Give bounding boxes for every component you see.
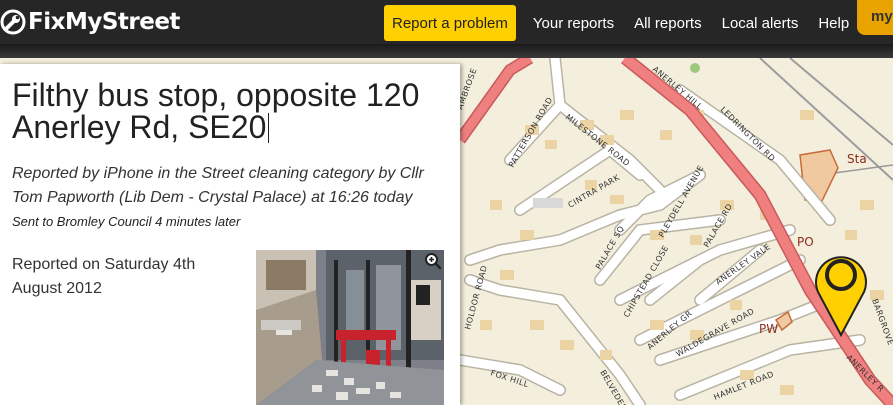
- main-nav: Report a problem Your reports All report…: [384, 5, 859, 41]
- logo-text: FixMyStreet: [28, 9, 180, 35]
- report-meta: Reported by iPhone in the Street cleanin…: [12, 165, 424, 206]
- site-header: FixMyStreet Report a problem Your report…: [0, 0, 893, 44]
- site-logo[interactable]: FixMyStreet: [0, 7, 180, 37]
- report-title: Filthy bus stop, opposite 120 Anerley Rd…: [12, 77, 420, 145]
- text-caret: [268, 113, 270, 143]
- nav-all-reports[interactable]: All reports: [624, 5, 712, 41]
- report-sent-status: Sent to Bromley Council 4 minutes later: [12, 214, 241, 229]
- map-poi-place-of-worship: PW: [759, 322, 778, 336]
- wrench-icon: [0, 9, 26, 35]
- header-shadow: [0, 44, 893, 58]
- my-account-tab[interactable]: my: [857, 0, 893, 35]
- magnifier-plus-icon[interactable]: [424, 252, 442, 270]
- nav-your-reports[interactable]: Your reports: [523, 5, 624, 41]
- report-photo[interactable]: [256, 250, 444, 405]
- nav-help[interactable]: Help: [808, 5, 859, 41]
- report-date: Reported on Saturday 4th August 2012: [12, 256, 196, 297]
- bus-stop-photo: [256, 250, 444, 405]
- map-poi-station: Sta: [847, 152, 867, 166]
- nav-local-alerts[interactable]: Local alerts: [712, 5, 809, 41]
- map-poi-post-office: PO: [797, 235, 814, 249]
- nav-report-problem[interactable]: Report a problem: [384, 5, 516, 41]
- report-panel: Filthy bus stop, opposite 120 Anerley Rd…: [0, 64, 460, 405]
